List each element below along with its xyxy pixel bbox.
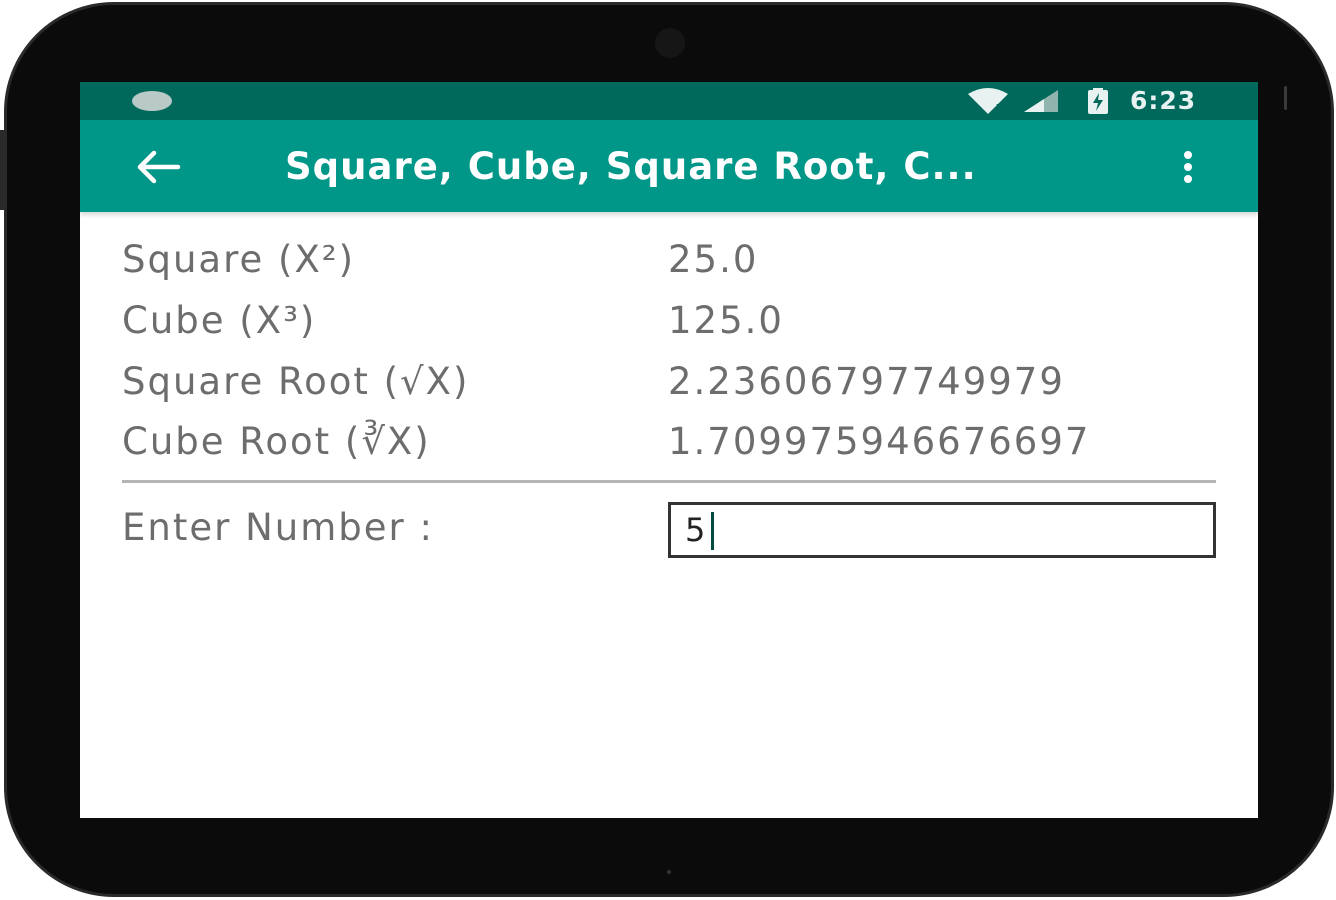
app-screen: x 6:23 Square, Cube, Square Root, C... S…	[80, 82, 1258, 818]
status-bar: x 6:23	[80, 82, 1258, 120]
square-root-value: 2.23606797749979	[668, 360, 1065, 403]
cube-value: 125.0	[668, 299, 784, 342]
overflow-menu-button[interactable]	[1168, 144, 1208, 190]
sensor-mark	[1284, 86, 1287, 110]
svg-text:x: x	[996, 100, 1003, 113]
app-title: Square, Cube, Square Root, C...	[285, 145, 977, 188]
square-label: Square (X²)	[122, 238, 356, 281]
arrow-back-icon	[137, 150, 181, 184]
back-button[interactable]	[128, 144, 188, 190]
bottom-dot	[667, 870, 671, 874]
app-bar: Square, Cube, Square Root, C...	[80, 120, 1258, 212]
square-root-label: Square Root (√X)	[122, 360, 470, 403]
more-vert-icon	[1184, 151, 1192, 183]
number-input[interactable]	[668, 502, 1216, 558]
square-value: 25.0	[668, 238, 759, 281]
cube-label: Cube (X³)	[122, 299, 317, 342]
side-button	[0, 130, 4, 210]
front-camera	[655, 28, 685, 58]
signal-icon	[1024, 90, 1058, 112]
text-cursor	[711, 512, 714, 550]
notification-icon	[132, 91, 172, 111]
divider	[122, 480, 1216, 483]
enter-number-label: Enter Number :	[122, 506, 434, 549]
device-frame: x 6:23 Square, Cube, Square Root, C... S…	[0, 0, 1336, 900]
wifi-icon: x	[968, 88, 1008, 114]
cube-root-value: 1.709975946676697	[668, 420, 1091, 463]
cube-root-label: Cube Root (∛X)	[122, 420, 431, 463]
battery-charging-icon	[1088, 88, 1108, 114]
status-time: 6:23	[1130, 86, 1197, 115]
